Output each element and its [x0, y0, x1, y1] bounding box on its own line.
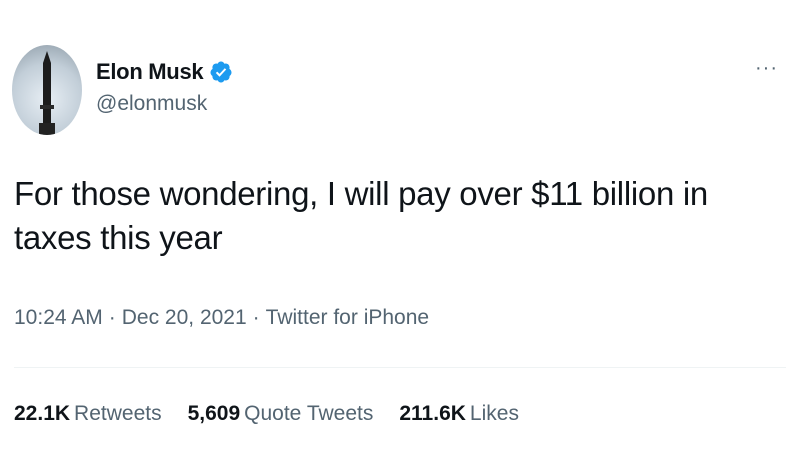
likes-label: Likes	[469, 402, 519, 425]
meta-separator: ·	[252, 306, 260, 329]
divider	[14, 367, 786, 368]
likes-stat[interactable]: 211.6K Likes	[399, 402, 519, 426]
quote-tweets-count: 5,609	[187, 402, 241, 425]
rocket-icon	[39, 51, 55, 135]
tweet-source[interactable]: Twitter for iPhone	[266, 306, 429, 330]
name-row: Elon Musk	[96, 58, 233, 86]
verified-badge-icon	[209, 60, 233, 84]
meta-separator: ·	[108, 306, 116, 329]
user-info: Elon Musk @elonmusk	[96, 58, 233, 116]
avatar[interactable]	[12, 45, 82, 135]
display-name[interactable]: Elon Musk	[96, 59, 204, 85]
user-handle[interactable]: @elonmusk	[96, 92, 233, 116]
tweet-meta: 10:24 AM · Dec 20, 2021 · Twitter for iP…	[14, 306, 429, 330]
more-options-icon[interactable]: ···	[755, 58, 778, 78]
retweets-label: Retweets	[74, 402, 162, 425]
tweet-stats: 22.1K Retweets 5,609 Quote Tweets 211.6K Li…	[14, 402, 519, 426]
tweet-date[interactable]: Dec 20, 2021	[122, 306, 247, 330]
tweet-time[interactable]: 10:24 AM	[14, 306, 103, 330]
quote-tweets-label: Quote Tweets	[244, 402, 374, 425]
tweet-card: Elon Musk @elonmusk ··· For those wonder…	[0, 0, 800, 450]
retweets-count: 22.1K	[14, 402, 71, 425]
tweet-text: For those wondering, I will pay over $11…	[14, 175, 708, 256]
likes-count: 211.6K	[399, 402, 466, 425]
quote-tweets-stat[interactable]: 5,609 Quote Tweets	[188, 402, 374, 426]
retweets-stat[interactable]: 22.1K Retweets	[14, 402, 162, 426]
